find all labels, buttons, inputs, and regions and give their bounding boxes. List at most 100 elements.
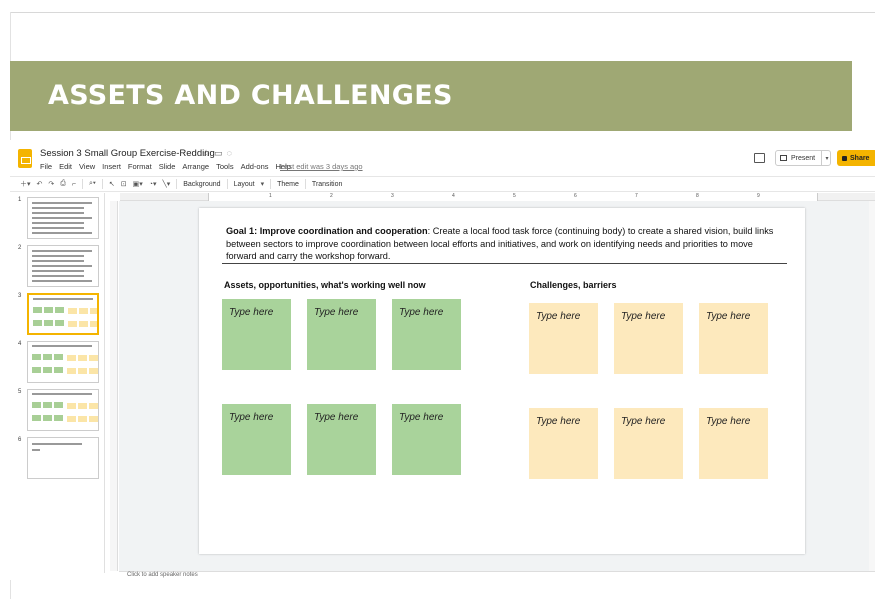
zoom-icon[interactable]: ⌕▾: [89, 180, 96, 188]
slide-thumbnail[interactable]: [27, 197, 99, 239]
thumbnail-yellow-note: [67, 368, 76, 374]
document-title[interactable]: Session 3 Small Group Exercise-Redding: [40, 148, 215, 159]
thumbnail-green-note: [54, 367, 63, 373]
menu-file[interactable]: File: [40, 162, 52, 172]
asset-note[interactable]: Type here: [392, 404, 461, 475]
thumbnail-text-line: [32, 202, 92, 204]
thumbnail-text-line: [32, 232, 92, 234]
divider: [222, 263, 787, 264]
menu-insert[interactable]: Insert: [102, 162, 121, 172]
thumbnail-text-line: [32, 443, 82, 445]
slides-app-icon[interactable]: [18, 149, 32, 168]
toolbar-divider: [81, 179, 83, 189]
menu-format[interactable]: Format: [128, 162, 152, 172]
share-button[interactable]: Share: [837, 150, 875, 166]
ruler-number: 8: [696, 193, 699, 199]
image-icon[interactable]: ▣▾: [133, 180, 143, 188]
undo-icon[interactable]: ↶: [37, 180, 43, 188]
ruler-number: 2: [330, 193, 333, 199]
goal-text[interactable]: Goal 1: Improve coordination and coopera…: [226, 225, 786, 263]
note-text: Type here: [314, 307, 359, 318]
last-edit-link[interactable]: Last edit was 3 days ago: [280, 162, 363, 171]
note-text: Type here: [706, 311, 751, 322]
menu-edit[interactable]: Edit: [59, 162, 72, 172]
slide-thumbnail[interactable]: [27, 245, 99, 287]
thumbnail-green-note: [32, 354, 41, 360]
transition-button[interactable]: Transition: [312, 181, 342, 188]
note-text: Type here: [621, 311, 666, 322]
thumbnail-yellow-note: [89, 416, 98, 422]
menu-arrange[interactable]: Arrange: [182, 162, 209, 172]
note-text: Type here: [229, 307, 274, 318]
thumbnail-text-line: [32, 280, 92, 282]
ruler-number: 6: [574, 193, 577, 199]
asset-note[interactable]: Type here: [222, 404, 291, 475]
print-icon[interactable]: ⎙: [60, 180, 66, 188]
toolbar-divider: [226, 179, 228, 189]
thumbnail-yellow-note: [89, 355, 98, 361]
shape-icon[interactable]: ◔▾: [149, 180, 157, 188]
background-button[interactable]: Background: [183, 181, 220, 188]
thumbnail-text-line: [32, 265, 92, 267]
asset-note[interactable]: Type here: [392, 299, 461, 370]
thumbnail-green-note: [54, 354, 63, 360]
asset-note[interactable]: Type here: [307, 404, 376, 475]
challenge-note[interactable]: Type here: [699, 408, 768, 479]
ruler-scale: 1 2 3 4 5 6 7 8 9: [208, 193, 818, 201]
select-icon[interactable]: ↖: [109, 180, 115, 188]
text-box-icon[interactable]: ⊡: [121, 180, 127, 188]
vertical-scrollbar[interactable]: [869, 201, 875, 571]
note-text: Type here: [229, 412, 274, 423]
asset-note[interactable]: Type here: [222, 299, 291, 370]
slide-thumbnail[interactable]: [27, 389, 99, 431]
line-icon[interactable]: ╲▾: [162, 180, 170, 188]
menu-tools[interactable]: Tools: [216, 162, 234, 172]
layout-button[interactable]: Layout: [234, 181, 255, 188]
thumbnail-green-note: [32, 402, 41, 408]
cloud-icon[interactable]: ◌: [227, 148, 236, 158]
thumbnail-green-note: [54, 415, 63, 421]
speaker-notes[interactable]: Click to add speaker notes: [119, 571, 875, 580]
folder-icon[interactable]: ▭: [214, 148, 227, 158]
toolbar: ＋▾ ↶ ↷ ⎙ ⌐ ⌕▾ ↖ ⊡ ▣▾ ◔▾ ╲▾ Background La…: [10, 176, 875, 192]
note-text: Type here: [314, 412, 359, 423]
menu-view[interactable]: View: [79, 162, 95, 172]
comments-icon[interactable]: [754, 153, 765, 163]
chevron-down-icon[interactable]: ▾: [261, 180, 265, 188]
thumbnail-text-line: [32, 207, 84, 209]
slide-thumbnail[interactable]: [27, 341, 99, 383]
challenges-heading[interactable]: Challenges, barriers: [530, 280, 617, 290]
slide-thumbnail[interactable]: [27, 293, 99, 335]
slide-thumbnail[interactable]: [27, 437, 99, 479]
thumbnail-green-note: [44, 320, 53, 326]
menu-slide[interactable]: Slide: [159, 162, 176, 172]
asset-note[interactable]: Type here: [307, 299, 376, 370]
challenge-note[interactable]: Type here: [529, 408, 598, 479]
theme-button[interactable]: Theme: [277, 181, 299, 188]
challenge-note[interactable]: Type here: [614, 408, 683, 479]
star-icon[interactable]: ☆: [202, 148, 214, 158]
paint-format-icon[interactable]: ⌐: [72, 181, 76, 188]
challenge-note[interactable]: Type here: [699, 303, 768, 374]
slide: Goal 1: Improve coordination and coopera…: [199, 208, 805, 554]
menu-add-ons[interactable]: Add-ons: [241, 162, 269, 172]
note-text: Type here: [536, 416, 581, 427]
thumbnail-yellow-note: [89, 403, 98, 409]
chevron-down-icon[interactable]: ▾: [821, 150, 832, 166]
thumbnail-yellow-note: [90, 308, 97, 314]
thumbnail-yellow-note: [68, 321, 77, 327]
thumbnail-yellow-note: [67, 403, 76, 409]
slide-number: 4: [18, 341, 22, 347]
challenge-note[interactable]: Type here: [529, 303, 598, 374]
frame-border: [10, 12, 875, 13]
thumbnail-yellow-note: [67, 355, 76, 361]
slides-app-screenshot: Session 3 Small Group Exercise-Redding ☆…: [10, 140, 875, 580]
ruler-number: 4: [452, 193, 455, 199]
toolbar-divider: [101, 179, 103, 189]
new-slide-icon[interactable]: ＋▾: [20, 179, 31, 189]
redo-icon[interactable]: ↷: [48, 180, 54, 188]
thumbnail-green-note: [43, 354, 52, 360]
thumbnail-yellow-note: [78, 416, 87, 422]
assets-heading[interactable]: Assets, opportunities, what's working we…: [224, 280, 426, 290]
challenge-note[interactable]: Type here: [614, 303, 683, 374]
